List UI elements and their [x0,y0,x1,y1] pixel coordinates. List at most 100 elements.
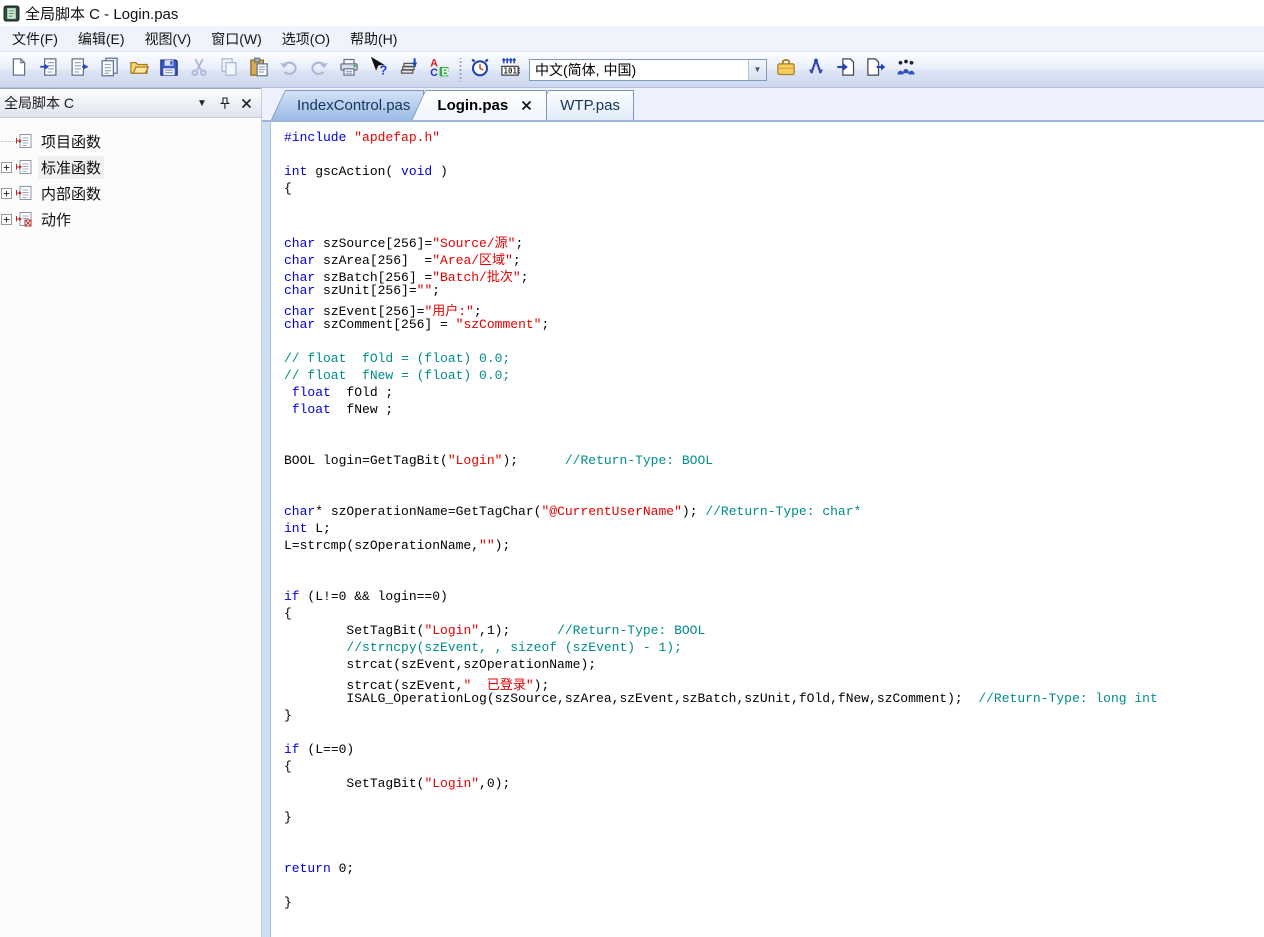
menu-item-edit[interactable]: 编辑(E) [68,26,135,52]
import-file-button[interactable] [832,56,860,84]
tree-item-label: 项目函数 [38,130,104,153]
combobox-dropdown-icon[interactable]: ▼ [748,60,766,80]
code-line: char szUnit[256]=""; [284,283,1264,300]
open-folder-icon [129,57,149,82]
panel-menu-chevron-icon[interactable]: ▼ [193,94,211,112]
tab-login[interactable]: Login.pas [411,90,547,120]
menu-item-window[interactable]: 窗口(W) [201,26,272,52]
export-script-icon [69,57,89,82]
language-combobox[interactable]: 中文(简体, 中国)▼ [529,59,767,81]
tree-expand-plus-icon[interactable]: + [1,214,12,225]
menu-item-view[interactable]: 视图(V) [135,26,202,52]
code-line [284,198,1264,215]
print-button[interactable] [335,56,363,84]
title-bar: 全局脚本 C - Login.pas [0,0,1264,26]
code-line [284,555,1264,572]
script-node-icon [15,184,33,202]
code-line: { [284,181,1264,198]
code-line: strcat(szEvent,szOperationName); [284,657,1264,674]
tree-expand-plus-icon[interactable]: + [1,162,12,173]
tree-item-label: 内部函数 [38,182,104,205]
code-line [284,487,1264,504]
context-help-icon: ? [369,57,389,82]
menu-item-options[interactable]: 选项(O) [272,26,340,52]
open-button[interactable] [125,56,153,84]
compile-all-button[interactable] [395,56,423,84]
export-file-button[interactable] [862,56,890,84]
tree-item-actions[interactable]: + 动作 [0,206,261,232]
menu-item-file[interactable]: 文件(F) [2,26,68,52]
toolbox-icon [776,57,796,82]
code-line: { [284,759,1264,776]
action-node-icon [15,210,33,228]
code-line: float fNew ; [284,402,1264,419]
code-line [284,334,1264,351]
tree-item-standard-functions[interactable]: +标准函数 [0,154,261,180]
code-content: #include "apdefap.h" int gscAction( void… [272,126,1264,937]
toolbox-button[interactable] [772,56,800,84]
tab-label: IndexControl.pas [297,97,410,114]
toolbar: ? ACB 1010 中文(简体, 中国)▼ [0,52,1264,88]
tree-item-internal-functions[interactable]: + 内部函数 [0,180,261,206]
import-file-icon [836,57,856,82]
code-line: return 0; [284,861,1264,878]
io-fields-icon: 1010 [500,57,520,82]
menu-item-help[interactable]: 帮助(H) [340,26,407,52]
svg-text:C: C [430,67,438,77]
compass-icon [806,57,826,82]
code-line [284,470,1264,487]
code-line [284,419,1264,436]
tab-close-icon[interactable] [520,99,533,112]
panel-pin-icon[interactable] [215,94,233,112]
redo-button [305,56,333,84]
code-line [284,878,1264,895]
document-tab-bar: IndexControl.pasLogin.pas WTP.pas [262,88,1264,122]
code-line [284,725,1264,742]
import-script-button[interactable] [35,56,63,84]
script-explorer-panel: 全局脚本 C ▼ 项目函数+标准函数+内部函数+动作 [0,88,262,937]
svg-text:?: ? [380,64,388,78]
script-report-button[interactable] [95,56,123,84]
code-line: BOOL login=GetTagBit("Login"); //Return-… [284,453,1264,470]
tree-expand-plus-icon[interactable]: + [1,188,12,199]
tree-item-label: 动作 [38,208,74,231]
save-icon [159,57,179,82]
undo-button [275,56,303,84]
code-line: char szSource[256]="Source/源"; [284,232,1264,249]
panel-close-icon[interactable] [237,94,255,112]
syntax-check-icon: ACB [429,57,449,82]
io-fields-button[interactable]: 1010 [496,56,524,84]
undo-icon [279,57,299,82]
tree-branch-line [1,141,15,142]
code-line: // float fOld = (float) 0.0; [284,351,1264,368]
code-line: int gscAction( void ) [284,164,1264,181]
code-line: #include "apdefap.h" [284,130,1264,147]
tab-wtp[interactable]: WTP.pas [534,90,634,120]
tools-button[interactable] [802,56,830,84]
export-script-button[interactable] [65,56,93,84]
users-button[interactable] [892,56,920,84]
code-line: } [284,708,1264,725]
new-script-icon [9,57,29,82]
tree-item-project-functions[interactable]: 项目函数 [0,128,261,154]
save-button[interactable] [155,56,183,84]
script-node-icon [15,158,33,176]
paste-button[interactable] [245,56,273,84]
timers-button[interactable] [466,56,494,84]
svg-text:1010: 1010 [504,67,521,76]
svg-text:B: B [442,66,450,77]
code-line: char szArea[256] ="Area/区域"; [284,249,1264,266]
tab-indexcontrol[interactable]: IndexControl.pas [271,90,424,120]
code-line: strcat(szEvent," 已登录"); [284,674,1264,691]
code-line: ISALG_OperationLog(szSource,szArea,szEve… [284,691,1264,708]
tab-label: WTP.pas [560,97,620,114]
print-icon [339,57,359,82]
code-line [284,572,1264,589]
code-editor[interactable]: #include "apdefap.h" int gscAction( void… [262,122,1264,937]
import-script-icon [39,57,59,82]
script-node-icon [15,132,33,150]
context-help-button[interactable]: ? [365,56,393,84]
new-script-button[interactable] [5,56,33,84]
code-line: char* szOperationName=GetTagChar("@Curre… [284,504,1264,521]
syntax-check-button[interactable]: ACB [425,56,453,84]
